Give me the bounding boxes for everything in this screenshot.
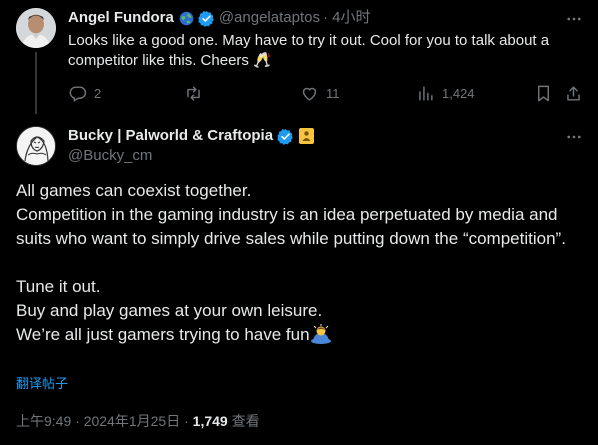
tweet-metadata: 上午9:49 · 2024年1月25日 · 1,749 查看	[16, 412, 260, 430]
reply-header: Angel Fundora @angelataptos · 4小时	[68, 8, 370, 28]
reply-count: 2	[94, 85, 102, 101]
bookmark-button[interactable]	[534, 82, 553, 104]
reply-button[interactable]: 2	[68, 82, 101, 104]
thread-line	[35, 52, 37, 114]
separator: ·	[184, 413, 189, 429]
main-header: Bucky | Palworld & Craftopia	[68, 126, 315, 146]
heart-icon	[302, 87, 317, 101]
bowing-person-emoji-icon	[310, 324, 332, 351]
main-author-name[interactable]: Bucky | Palworld & Craftopia	[68, 126, 273, 146]
tweet-line: All games can coexist together.	[16, 181, 252, 200]
reply-text: Looks like a good one. May have to try i…	[68, 32, 550, 69]
retweet-icon	[187, 85, 200, 101]
affiliate-badge-icon[interactable]	[299, 128, 315, 144]
tweet-last-line: We’re all just gamers trying to have fun	[16, 323, 586, 351]
tweet-time[interactable]: 上午9:49	[16, 413, 71, 429]
tweet-line	[16, 251, 586, 275]
reply-timestamp[interactable]: · 4小时	[323, 8, 371, 28]
comment-icon	[69, 85, 87, 102]
share-button[interactable]	[564, 82, 583, 104]
main-author-handle[interactable]: @Bucky_cm	[68, 146, 152, 166]
share-icon	[567, 85, 580, 101]
like-count: 11	[326, 85, 340, 101]
more-horizontal-icon[interactable]	[564, 127, 584, 147]
reply-author-handle[interactable]: @angelataptos	[219, 8, 320, 28]
verified-badge-icon	[198, 10, 215, 27]
views-chart-icon	[419, 85, 433, 101]
like-button[interactable]: 11	[300, 82, 340, 104]
main-tweet-text: All games can coexist together. Competit…	[16, 179, 586, 351]
reply-author-name[interactable]: Angel Fundora	[68, 8, 174, 28]
views-label: 查看	[231, 413, 260, 429]
tweet-date[interactable]: 2024年1月25日	[84, 413, 181, 429]
tweet-line: Competition in the gaming industry is an…	[16, 205, 566, 248]
views-button[interactable]: 1,424	[416, 82, 475, 104]
more-horizontal-icon[interactable]	[564, 9, 584, 29]
tweet-view-count: 1,749	[192, 413, 228, 429]
bookmark-icon	[538, 85, 549, 101]
tweet-line: Buy and play games at your own leisure.	[16, 301, 323, 320]
tweet-line: Tune it out.	[16, 277, 101, 296]
separator: ·	[75, 413, 80, 429]
reply-tweet[interactable]: Angel Fundora @angelataptos · 4小时 Looks …	[0, 0, 598, 118]
view-count: 1,424	[442, 85, 475, 101]
globe-icon	[178, 10, 195, 27]
main-author-avatar[interactable]	[16, 126, 56, 166]
translate-post-link[interactable]: 翻译帖子	[16, 376, 68, 392]
reply-action-bar: 2 11 1,424	[68, 82, 583, 106]
reply-author-avatar[interactable]	[16, 8, 56, 48]
verified-badge-icon	[277, 128, 294, 145]
tweet-thread-page: Angel Fundora @angelataptos · 4小时 Looks …	[0, 0, 598, 445]
tweet-line: We’re all just gamers trying to have fun	[16, 325, 310, 344]
retweet-button[interactable]	[184, 82, 210, 104]
